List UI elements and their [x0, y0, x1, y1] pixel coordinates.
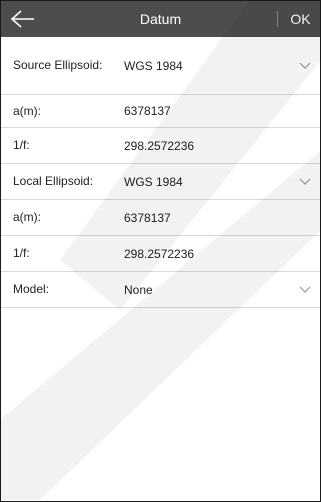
source-f-label: 1/f: [13, 138, 30, 152]
chevron-down-icon[interactable] [299, 62, 311, 69]
source-a-row: a(m): 6378137 [1, 95, 320, 128]
page-title: Datum [139, 11, 182, 27]
local-ellipsoid-row[interactable]: Local Ellipsoid: WGS 1984 [1, 164, 320, 200]
local-ellipsoid-value[interactable]: WGS 1984 [124, 164, 183, 199]
model-row[interactable]: Model: None [1, 272, 320, 308]
source-f-value: 298.2572236 [124, 138, 195, 153]
local-ellipsoid-label: Local Ellipsoid: [13, 174, 94, 188]
title-separator [277, 11, 278, 27]
local-a-row: a(m): 6378137 [1, 200, 320, 236]
source-ellipsoid-label: Source Ellipsoid: [13, 58, 103, 72]
chevron-down-icon[interactable] [299, 178, 311, 185]
source-a-value: 6378137 [124, 104, 171, 118]
local-f-label: 1/f: [13, 246, 30, 260]
app-frame: Datum OK Source Ellipsoid: WGS 1984 a(m)… [0, 0, 321, 502]
model-value[interactable]: None [124, 272, 153, 307]
local-a-value: 6378137 [124, 210, 171, 225]
ok-button[interactable]: OK [283, 1, 318, 37]
source-ellipsoid-value[interactable]: WGS 1984 [124, 37, 183, 94]
local-f-row: 1/f: 298.2572236 [1, 236, 320, 272]
chevron-down-icon[interactable] [299, 286, 311, 293]
source-f-row: 1/f: 298.2572236 [1, 128, 320, 164]
model-label: Model: [13, 282, 50, 296]
source-ellipsoid-row[interactable]: Source Ellipsoid: WGS 1984 [1, 37, 320, 95]
datum-settings-list: Source Ellipsoid: WGS 1984 a(m): 6378137… [1, 37, 320, 308]
source-a-label: a(m): [13, 103, 41, 118]
local-a-label: a(m): [13, 210, 41, 224]
local-f-value: 298.2572236 [124, 246, 195, 261]
title-bar: Datum OK [1, 1, 320, 37]
